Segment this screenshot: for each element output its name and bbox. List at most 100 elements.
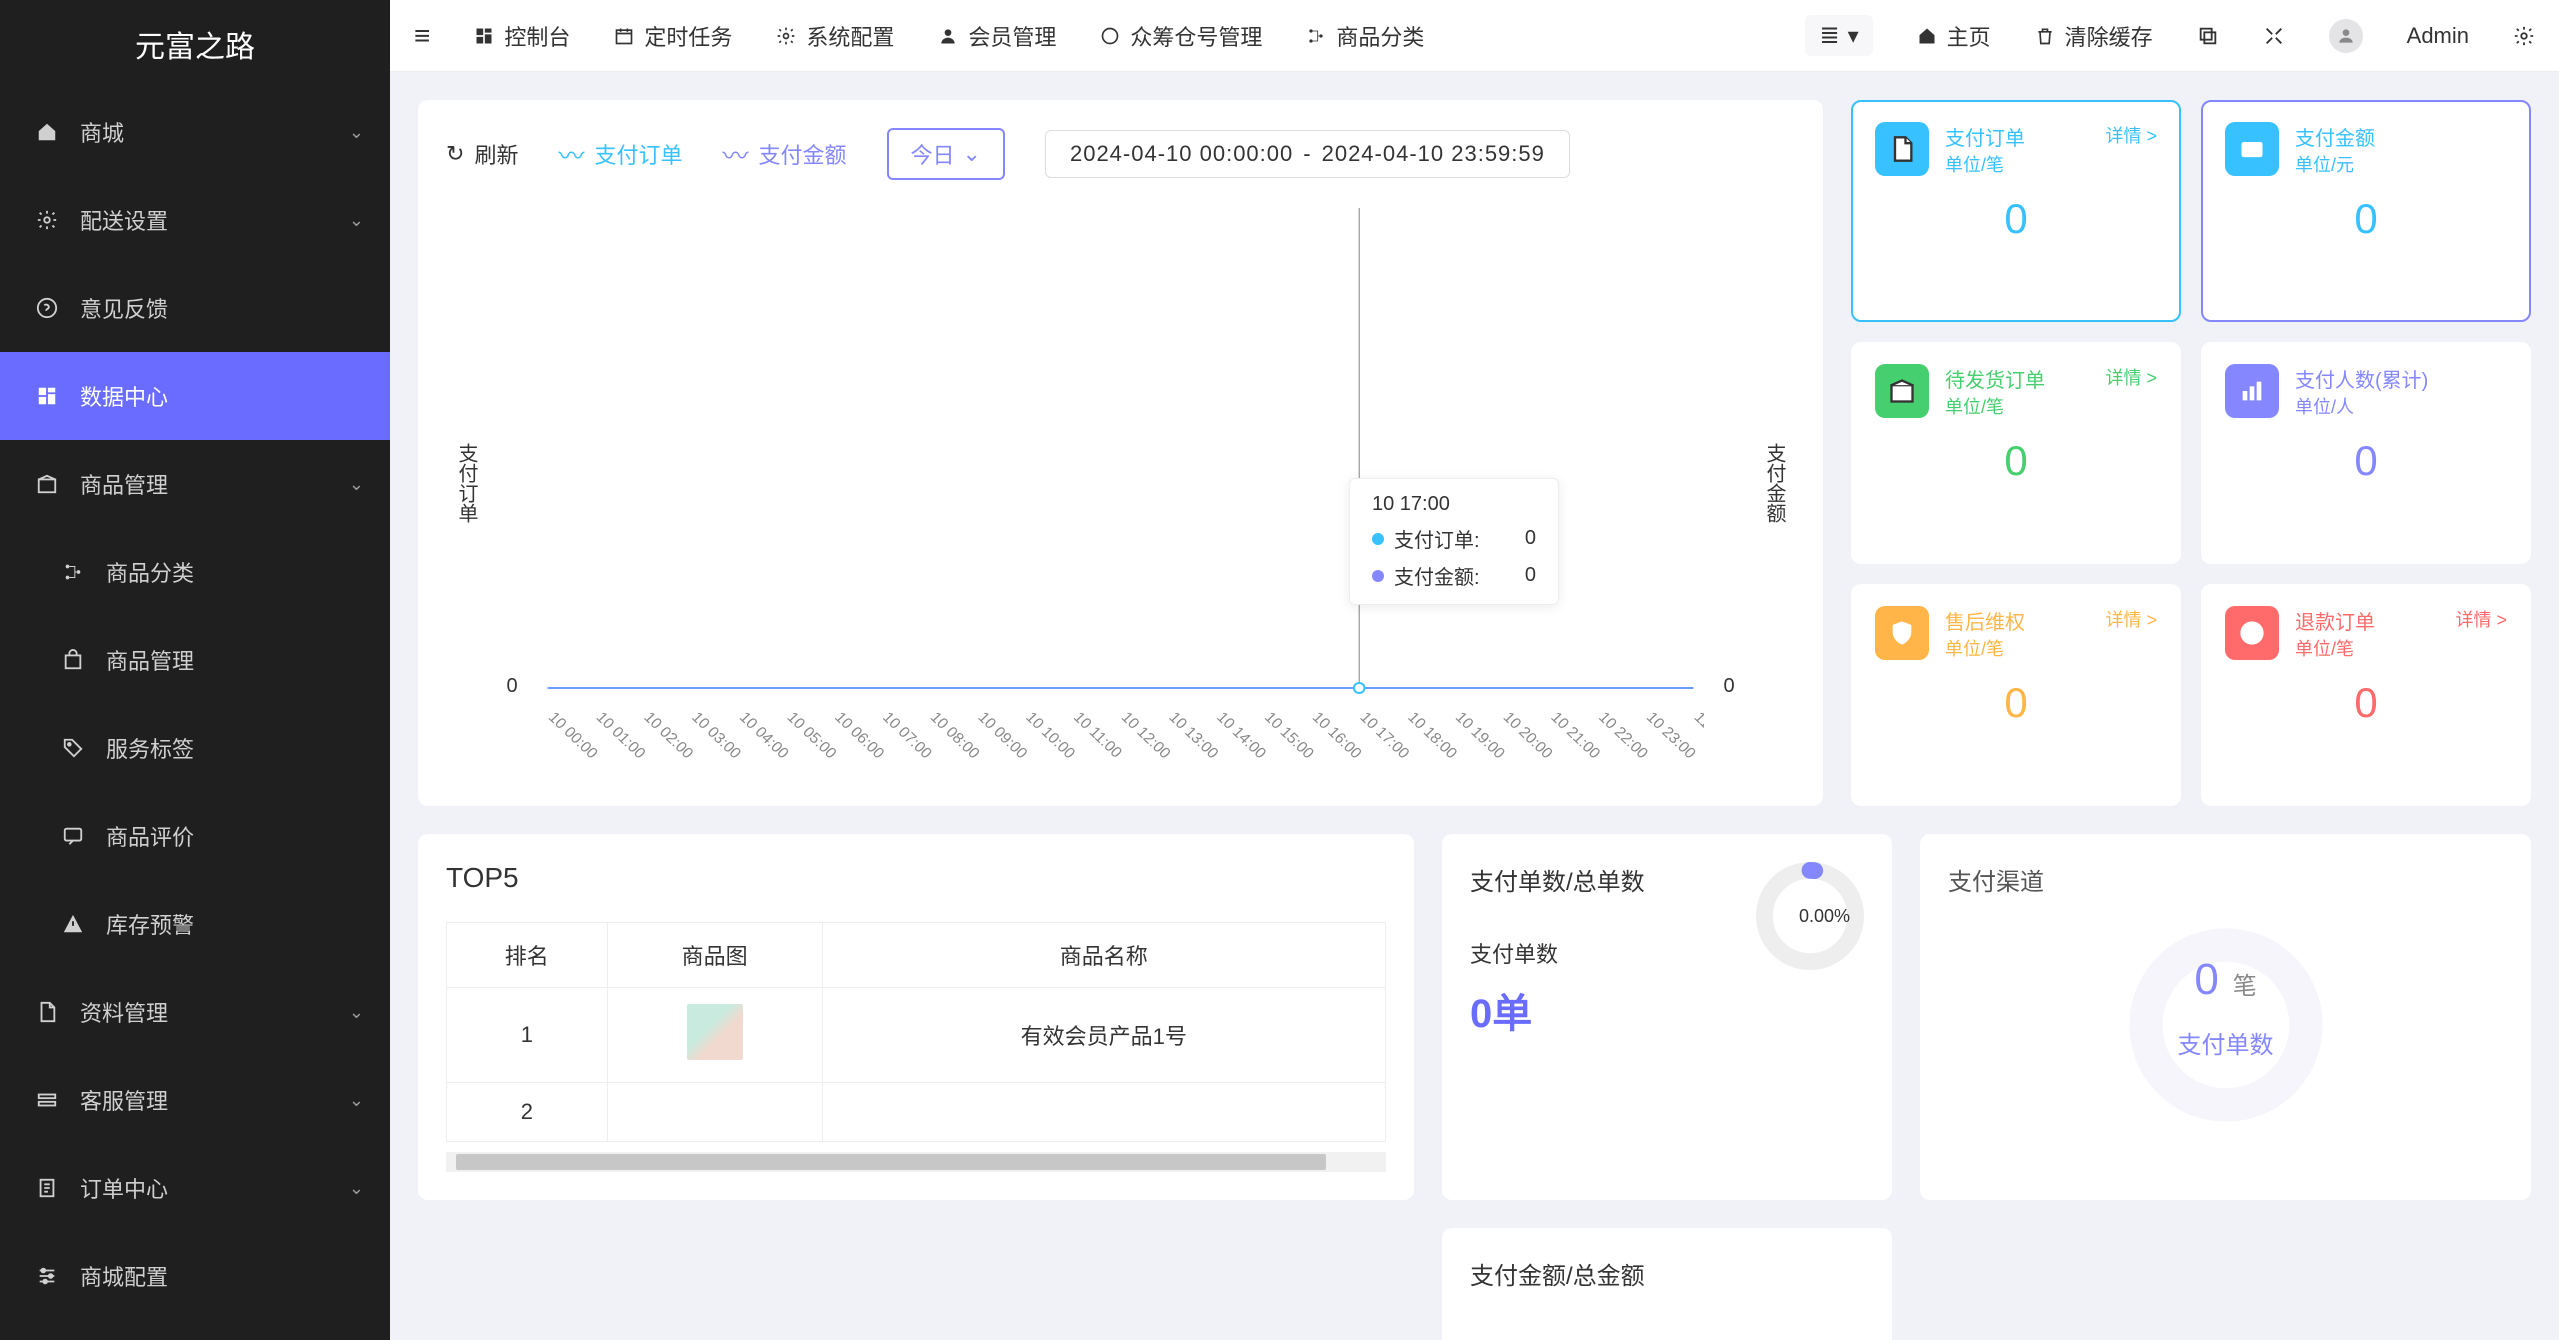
chevron-down-icon: ⌄ xyxy=(349,474,364,495)
copy-icon[interactable] xyxy=(2197,25,2219,47)
username[interactable]: Admin xyxy=(2407,23,2469,49)
top-more-dropdown[interactable]: ≣ ▾ xyxy=(1805,15,1872,56)
name-cell: 有效会员产品1号 xyxy=(822,988,1385,1083)
date-range-picker[interactable]: 2024-04-10 00:00:00 - 2024-04-10 23:59:5… xyxy=(1045,130,1570,178)
dashboard-icon xyxy=(474,26,494,46)
stat-detail-link[interactable]: 详情 > xyxy=(2455,606,2507,632)
sidebar-item-6[interactable]: 商品管理 xyxy=(0,616,390,704)
sidebar-item-8[interactable]: 商品评价 xyxy=(0,792,390,880)
stat-title: 支付金额 xyxy=(2295,122,2375,151)
avatar[interactable] xyxy=(2329,19,2363,53)
top-link-2[interactable]: 系统配置 xyxy=(776,20,894,52)
top-link-label: 清除缓存 xyxy=(2065,20,2153,52)
top-link-4[interactable]: 众筹仓号管理 xyxy=(1100,20,1262,52)
rank-cell: 1 xyxy=(447,988,608,1083)
chevron-down-icon: ⌄ xyxy=(349,122,364,143)
sidebar-item-13[interactable]: 商城配置 xyxy=(0,1232,390,1320)
svg-text:10 06:00: 10 06:00 xyxy=(831,709,887,762)
sidebar-item-3[interactable]: 数据中心 xyxy=(0,352,390,440)
stat-unit: 单位/笔 xyxy=(1945,635,2025,661)
sidebar-item-9[interactable]: 库存预警 xyxy=(0,880,390,968)
stat-title: 支付订单 xyxy=(1945,122,2025,151)
settings-gear-icon[interactable] xyxy=(2513,25,2535,47)
chat-icon xyxy=(56,825,90,847)
chevron-down-icon: ⌄ xyxy=(349,1002,364,1023)
period-select[interactable]: 今日 ⌄ xyxy=(887,128,1005,180)
top-right-link-0[interactable]: 主页 xyxy=(1917,20,1991,52)
amount-ratio-card: 支付金额/总金额 xyxy=(1442,1228,1892,1340)
stat-detail-link[interactable]: 详情 > xyxy=(2105,606,2157,632)
svg-text:10 21:00: 10 21:00 xyxy=(1547,709,1603,762)
calendar-icon xyxy=(614,26,634,46)
table-row[interactable]: 1 有效会员产品1号 xyxy=(447,988,1386,1083)
svg-text:10 13:00: 10 13:00 xyxy=(1165,709,1221,762)
service-icon xyxy=(30,1089,64,1111)
chevron-down-icon: ⌄ xyxy=(963,141,981,167)
gear-icon xyxy=(30,209,64,231)
box-icon xyxy=(1875,364,1929,418)
sidebar-item-10[interactable]: 资料管理 ⌄ xyxy=(0,968,390,1056)
stat-detail-link[interactable]: 详情 > xyxy=(2105,364,2157,390)
chart-icon xyxy=(2225,364,2279,418)
chart-plot[interactable]: 10 00:0010 01:0010 02:0010 03:0010 04:00… xyxy=(537,188,1704,778)
brand-title: 元富之路 xyxy=(0,0,390,88)
sidebar-item-label: 客服管理 xyxy=(80,1084,168,1116)
top5-col-2: 商品名称 xyxy=(822,923,1385,988)
svg-text:10 22:00: 10 22:00 xyxy=(1595,709,1651,762)
gauge-value: 0.00% xyxy=(1799,906,1850,927)
hamburger-icon[interactable]: ≡ xyxy=(414,20,430,52)
stat-detail-link[interactable]: 详情 > xyxy=(2105,122,2157,148)
sidebar-item-11[interactable]: 客服管理 ⌄ xyxy=(0,1056,390,1144)
chart-area: 支付订单 0 10 00:0010 01:0010 02:0010 03:001… xyxy=(446,188,1795,778)
svg-text:10 10:00: 10 10:00 xyxy=(1022,709,1078,762)
top-link-3[interactable]: 会员管理 xyxy=(938,20,1056,52)
svg-text:10 15:00: 10 15:00 xyxy=(1261,709,1317,762)
table-row[interactable]: 2 xyxy=(447,1083,1386,1142)
sidebar-item-7[interactable]: 服务标签 xyxy=(0,704,390,792)
circle-icon xyxy=(1100,26,1120,46)
top-right-link-1[interactable]: 清除缓存 xyxy=(2035,20,2153,52)
topbar: ≡ 控制台 定时任务 系统配置 会员管理 众筹仓号管理 商品分类 ≣ ▾ 主页 清除缓存 A… xyxy=(390,0,2559,72)
refresh-button[interactable]: ↻ 刷新 xyxy=(446,138,518,170)
sidebar-item-5[interactable]: 商品分类 xyxy=(0,528,390,616)
top-link-1[interactable]: 定时任务 xyxy=(614,20,732,52)
expand-icon[interactable] xyxy=(2263,25,2285,47)
svg-text:10 09:00: 10 09:00 xyxy=(974,709,1030,762)
dot-icon xyxy=(1372,570,1384,582)
sidebar-item-12[interactable]: 订单中心 ⌄ xyxy=(0,1144,390,1232)
legend-pay-amount[interactable]: 〰 支付金额 xyxy=(722,136,846,173)
sidebar-item-2[interactable]: 意见反馈 xyxy=(0,264,390,352)
svg-text:10 03:00: 10 03:00 xyxy=(688,709,744,762)
top-link-0[interactable]: 控制台 xyxy=(474,20,570,52)
sidebar-item-0[interactable]: 商城 ⌄ xyxy=(0,88,390,176)
stat-card-3: 支付人数(累计) 单位/人 0 xyxy=(2201,342,2531,564)
stat-card-4: 售后维权 单位/笔 详情 > 0 xyxy=(1851,584,2181,806)
top-link-label: 商品分类 xyxy=(1336,20,1424,52)
tag-icon xyxy=(56,737,90,759)
sidebar-item-label: 商城 xyxy=(80,116,124,148)
config-icon xyxy=(30,1265,64,1287)
stat-unit: 单位/笔 xyxy=(2295,635,2375,661)
wave-icon: 〰 xyxy=(722,136,748,173)
home-icon xyxy=(30,121,64,143)
image-cell xyxy=(607,1083,822,1142)
sidebar-item-label: 商品管理 xyxy=(106,644,194,676)
svg-text:10 08:00: 10 08:00 xyxy=(927,709,983,762)
legend-pay-orders[interactable]: 〰 支付订单 xyxy=(558,136,682,173)
svg-text:10 05:00: 10 05:00 xyxy=(783,709,839,762)
scrollbar-thumb[interactable] xyxy=(456,1154,1326,1170)
warn-icon xyxy=(56,913,90,935)
top-link-5[interactable]: 商品分类 xyxy=(1306,20,1424,52)
sidebar-item-label: 数据中心 xyxy=(80,380,168,412)
bag-icon xyxy=(56,649,90,671)
top5-card: TOP5 排名商品图商品名称 1 有效会员产品1号2 xyxy=(418,834,1414,1200)
stat-title: 待发货订单 xyxy=(1945,364,2045,393)
sidebar-item-4[interactable]: 商品管理 ⌄ xyxy=(0,440,390,528)
rank-cell: 2 xyxy=(447,1083,608,1142)
donut-label: 支付单数 xyxy=(2178,1025,2274,1060)
date-from: 2024-04-10 00:00:00 xyxy=(1070,141,1293,167)
horizontal-scrollbar[interactable] xyxy=(446,1152,1386,1172)
gear-icon xyxy=(776,26,796,46)
top-link-label: 会员管理 xyxy=(968,20,1056,52)
sidebar-item-1[interactable]: 配送设置 ⌄ xyxy=(0,176,390,264)
